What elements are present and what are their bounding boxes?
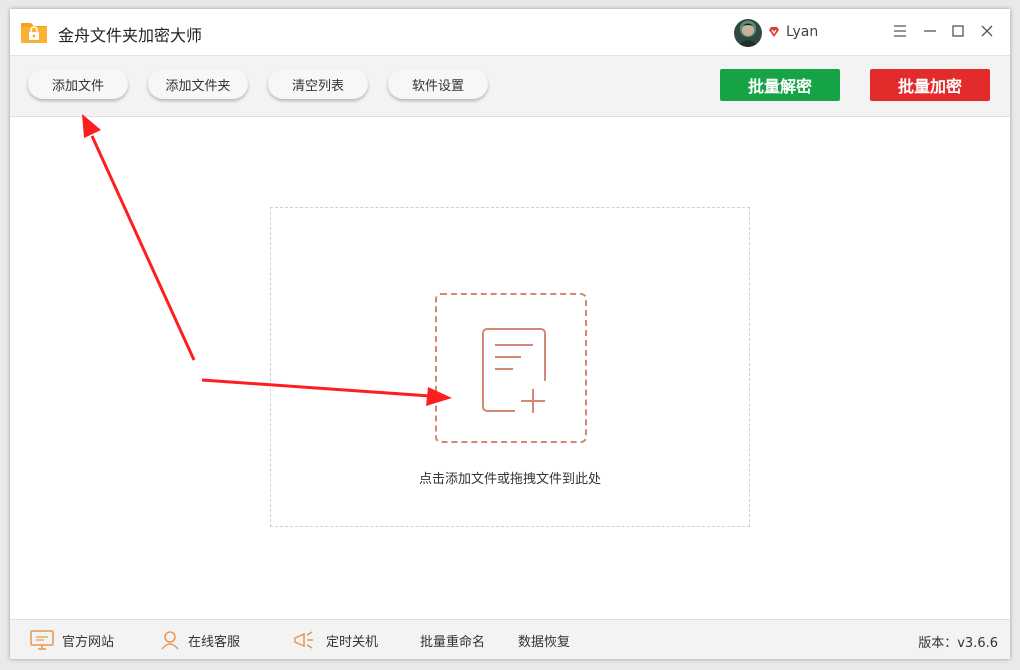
file-drop-area[interactable]: 点击添加文件或拖拽文件到此处 bbox=[270, 207, 750, 527]
online-support-link[interactable]: 在线客服 bbox=[160, 630, 240, 650]
support-person-icon bbox=[161, 631, 179, 650]
menu-icon[interactable] bbox=[890, 21, 910, 41]
official-website-link[interactable]: 官方网站 bbox=[30, 630, 114, 650]
folder-lock-icon bbox=[21, 23, 47, 43]
clear-list-button[interactable]: 清空列表 bbox=[268, 69, 368, 99]
scheduled-shutdown-link[interactable]: 定时关机 bbox=[292, 630, 378, 650]
data-recovery-label: 数据恢复 bbox=[518, 634, 571, 650]
add-file-dropzone[interactable] bbox=[435, 293, 587, 443]
app-title: 金舟文件夹加密大师 bbox=[58, 26, 203, 45]
batch-rename-link[interactable]: 批量重命名 bbox=[420, 630, 485, 650]
add-folder-button[interactable]: 添加文件夹 bbox=[148, 69, 248, 99]
minimize-icon[interactable] bbox=[920, 21, 940, 41]
batch-rename-label: 批量重命名 bbox=[420, 634, 486, 650]
settings-button[interactable]: 软件设置 bbox=[388, 69, 488, 99]
title-bar: 金舟文件夹加密大师 Lyan bbox=[10, 9, 1010, 55]
avatar[interactable] bbox=[734, 19, 762, 47]
data-recovery-link[interactable]: 数据恢复 bbox=[518, 630, 570, 650]
megaphone-icon bbox=[294, 631, 313, 649]
version-label: 版本：v3.6.6 bbox=[918, 636, 998, 651]
avatar-image bbox=[738, 23, 758, 47]
app-window: 金舟文件夹加密大师 Lyan 添加文件 添加文件夹 清空列表 软件设置 批量解密… bbox=[10, 9, 1010, 659]
add-document-icon bbox=[482, 328, 546, 413]
scheduled-shutdown-label: 定时关机 bbox=[326, 634, 379, 650]
maximize-icon[interactable] bbox=[948, 21, 968, 41]
batch-decrypt-button[interactable]: 批量解密 bbox=[720, 69, 840, 101]
toolbar: 添加文件 添加文件夹 清空列表 软件设置 批量解密 批量加密 bbox=[10, 55, 1010, 117]
official-website-label: 官方网站 bbox=[62, 634, 115, 650]
monitor-icon bbox=[30, 630, 54, 650]
online-support-label: 在线客服 bbox=[188, 634, 241, 650]
batch-encrypt-button[interactable]: 批量加密 bbox=[870, 69, 990, 101]
vip-diamond-icon bbox=[769, 27, 779, 37]
close-icon[interactable] bbox=[977, 21, 997, 41]
username[interactable]: Lyan bbox=[786, 24, 818, 40]
drop-hint-text: 点击添加文件或拖拽文件到此处 bbox=[418, 472, 601, 487]
status-bar: 官方网站 在线客服 定时关机 批量重命名 数据恢复 版本：v3.6.6 bbox=[10, 619, 1010, 659]
add-file-button[interactable]: 添加文件 bbox=[28, 69, 128, 99]
